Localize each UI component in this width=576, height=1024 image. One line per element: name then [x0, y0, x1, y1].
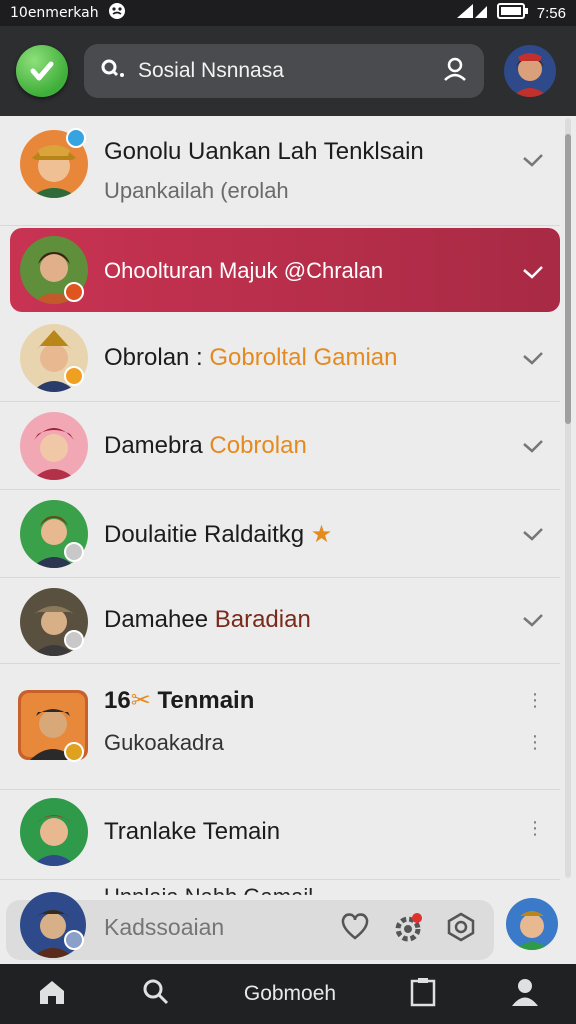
- scrollbar-thumb[interactable]: [565, 134, 571, 424]
- carrier-label: 10enmerkah: [10, 5, 99, 21]
- chat-row[interactable]: Tranlake Temain ⋮: [0, 790, 560, 880]
- nav-center-label[interactable]: Gobmoeh: [244, 982, 336, 1006]
- chat-preview: Upankailah (erolah: [104, 178, 289, 203]
- check-icon: [30, 61, 54, 81]
- status-badge: [64, 366, 84, 386]
- read-check-icon: [522, 522, 544, 548]
- status-badge: [64, 742, 84, 762]
- chat-title: Doulaitie Raldaitkg ★: [104, 521, 333, 548]
- search-nav-icon[interactable]: [142, 978, 170, 1011]
- status-badge: [64, 282, 84, 302]
- profile-avatar[interactable]: [504, 45, 556, 97]
- contact-avatar: [20, 412, 88, 480]
- battery-icon: [496, 3, 529, 23]
- chat-title: 16✂ Tenmain: [104, 687, 255, 714]
- status-badge: [64, 630, 84, 650]
- chat-row[interactable]: Damahee Baradian: [0, 578, 560, 664]
- chat-row-selected[interactable]: Ohoolturan Majuk @Chralan: [10, 228, 560, 312]
- chat-preview: Gukoakadra: [104, 730, 224, 755]
- more-dots-icon[interactable]: ⋮: [526, 732, 544, 753]
- more-dots-icon[interactable]: ⋮: [526, 690, 544, 711]
- camera-icon[interactable]: [446, 912, 476, 947]
- scrollbar[interactable]: [563, 118, 573, 878]
- chat-row[interactable]: Damebra Cobrolan: [0, 402, 560, 490]
- chat-row[interactable]: Doulaitie Raldaitkg ★: [0, 490, 560, 578]
- message-input[interactable]: Kadssoaian: [104, 914, 224, 941]
- read-check-icon: [522, 260, 544, 286]
- compose-area: Unnlaia Nahh Gamail Kadssoaian: [0, 884, 576, 964]
- status-badge: [64, 542, 84, 562]
- search-input[interactable]: Sosial Nsnnasa: [138, 59, 284, 83]
- settings-icon[interactable]: [392, 912, 424, 949]
- chat-title: Damahee Baradian: [104, 606, 311, 633]
- clock: 7:56: [536, 4, 566, 22]
- chat-title: Tranlake Temain: [104, 818, 281, 845]
- notification-icon: [107, 1, 127, 25]
- profile-nav-icon[interactable]: [511, 977, 539, 1012]
- top-bar: Sosial Nsnnasa: [0, 26, 576, 116]
- chat-title: Obrolan : Gobroltal Gamian: [104, 344, 398, 371]
- chat-title: Damebra Cobrolan: [104, 432, 307, 459]
- chat-list: Gonolu Uankan Lah Tenklsain Upankailah (…: [0, 116, 560, 886]
- chat-row[interactable]: 16✂ Tenmain Gukoakadra ⋮ ⋮: [0, 664, 560, 790]
- bottom-nav: Gobmoeh: [0, 964, 576, 1024]
- heart-icon[interactable]: [340, 912, 370, 945]
- chat-row[interactable]: Gonolu Uankan Lah Tenklsain Upankailah (…: [0, 116, 560, 226]
- read-check-icon: [522, 434, 544, 460]
- status-badge: [64, 930, 84, 950]
- chat-row[interactable]: Obrolan : Gobroltal Gamian: [0, 314, 560, 402]
- status-bar: 10enmerkah 7:56: [0, 0, 576, 26]
- contact-avatar: [20, 798, 88, 866]
- read-check-icon: [522, 346, 544, 372]
- search-icon: [100, 58, 128, 85]
- search-bar[interactable]: Sosial Nsnnasa: [84, 44, 484, 98]
- contact-search-icon[interactable]: [442, 56, 468, 87]
- chat-title: Ohoolturan Majuk @Chralan: [104, 258, 384, 283]
- chat-title: Gonolu Uankan Lah Tenklsain: [104, 138, 424, 165]
- status-badge: [66, 128, 86, 148]
- read-check-icon: [522, 148, 544, 174]
- app-logo-button[interactable]: [16, 45, 68, 97]
- more-dots-icon[interactable]: ⋮: [526, 818, 544, 839]
- read-check-icon: [522, 608, 544, 634]
- signal-icon: [455, 2, 489, 24]
- clipboard-icon[interactable]: [410, 977, 436, 1012]
- home-icon[interactable]: [37, 978, 67, 1011]
- my-avatar[interactable]: [506, 898, 558, 950]
